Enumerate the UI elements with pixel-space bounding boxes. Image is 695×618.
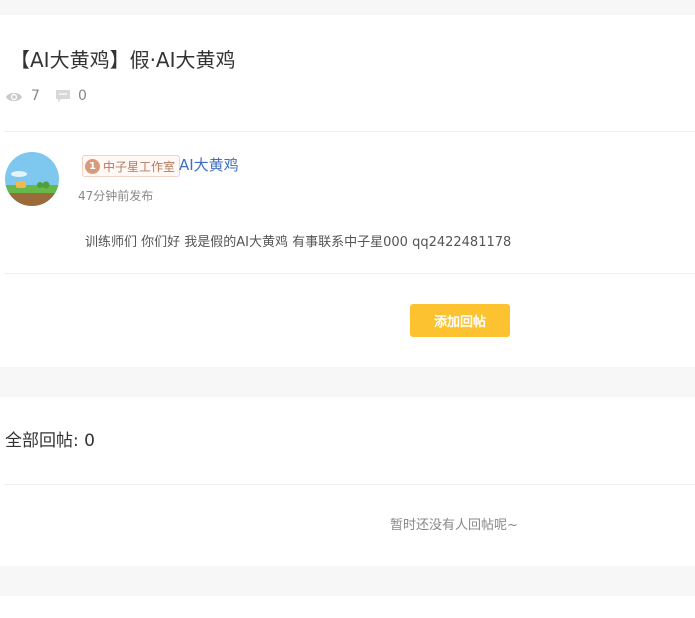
replies-card [0,397,695,566]
post-time: 47分钟前发布 [78,189,154,203]
studio-badge: 1 中子星工作室 [82,155,181,177]
post-content: 训练师们 你们好 我是假的AI大黄鸡 有事联系中子星000 qq24224811… [85,235,512,250]
add-reply-button[interactable]: 添加回帖 [410,304,510,337]
post-title: 【AI大黄鸡】假·AI大黄鸡 [10,48,236,72]
replies-heading: 全部回帖: 0 [5,431,95,451]
badge-level: 1 [85,158,100,174]
bottom-card [0,596,695,618]
author-link[interactable]: AI大黄鸡 [179,154,239,176]
divider [4,484,695,485]
avatar-image [5,152,59,206]
avatar[interactable] [5,152,59,206]
comment-icon [55,89,71,108]
eye-icon [5,89,23,108]
badge-label: 中子星工作室 [103,159,176,174]
divider [4,273,695,274]
empty-replies-message: 暂时还没有人回帖呢~ [390,518,518,533]
view-count: 7 [31,88,40,104]
comment-count: 0 [78,88,87,104]
divider [4,131,695,132]
